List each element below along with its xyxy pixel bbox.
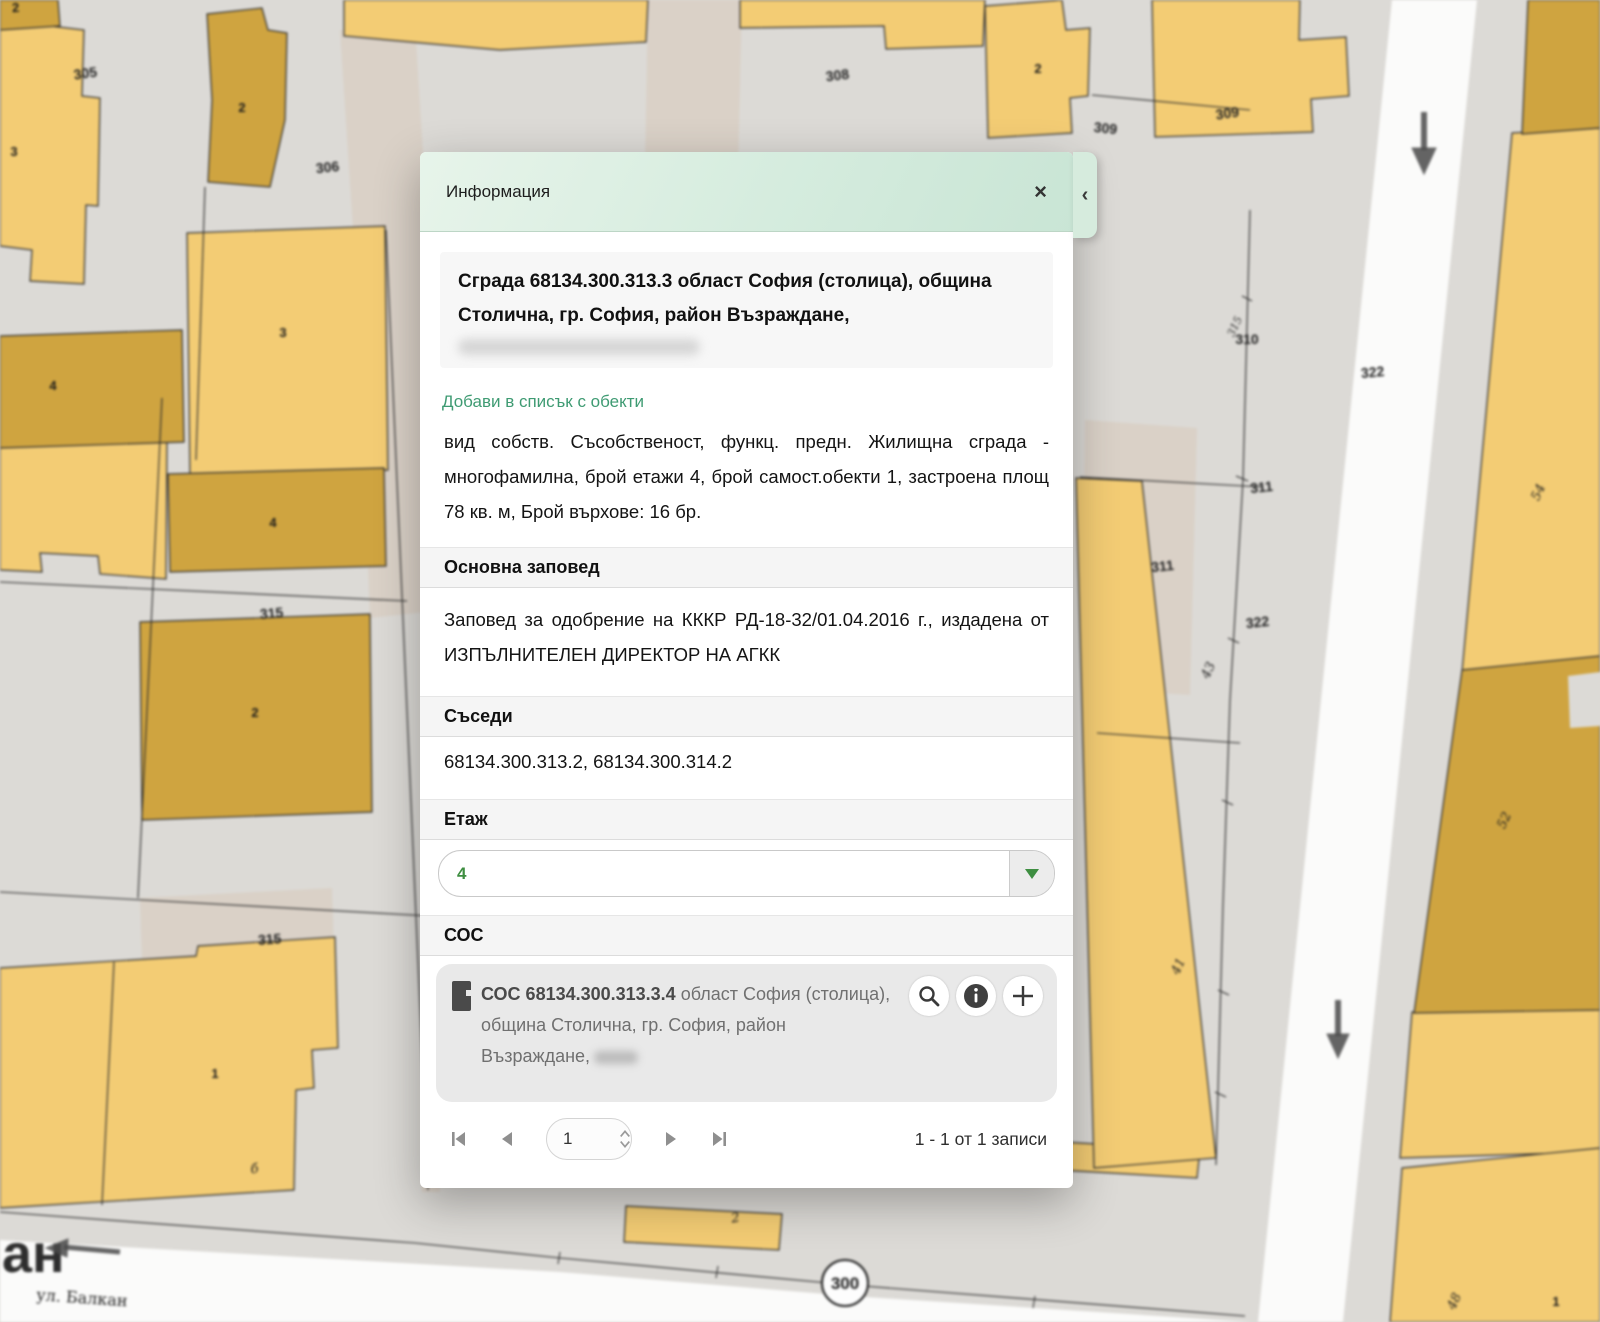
plus-icon [1011,984,1035,1008]
panel-header: Информация × [420,152,1073,232]
panel-collapse-tab[interactable]: ‹ [1073,152,1097,238]
first-page-icon [450,1130,468,1148]
block-number-label: 300 [831,1274,859,1293]
zoom-to-object-button[interactable] [909,976,949,1016]
map-parcel-notch [1568,672,1600,728]
order-text: Заповед за одобрение на КККР РД-18-32/01… [420,588,1073,678]
section-header-sos: СОС [420,915,1073,956]
records-summary: 1 - 1 от 1 записи [915,1129,1047,1150]
map-label: 1 [1552,1294,1559,1309]
map-label: 315 [257,930,282,948]
chevron-left-icon: ‹ [1082,184,1089,207]
prev-page-icon [499,1131,515,1147]
map-label: 306 [315,158,340,176]
map-label: 2 [251,705,258,720]
floor-select-value: 4 [439,864,1009,884]
map-label: 308 [825,66,850,85]
pagination: 1 - 1 от 1 записи [446,1118,1047,1160]
map-label: 310 [1235,331,1259,347]
section-header-order: Основна заповед [420,547,1073,588]
map-label: 2 [1034,61,1041,76]
street-zoom-label: ан [2,1224,65,1284]
neighbors-text: 68134.300.313.2, 68134.300.314.2 [420,737,1073,781]
sos-item-id: СОС 68134.300.313.3.4 [481,984,676,1004]
redacted-address-line [458,339,700,355]
map-label: 4 [49,378,57,393]
next-page-icon [663,1131,679,1147]
floor-select[interactable]: 4 [438,850,1055,897]
object-title-text: Сграда 68134.300.313.3 област София (сто… [458,271,992,326]
building-unit-icon [452,981,471,1011]
object-info-button[interactable] [956,976,996,1016]
app-window: ан ул. Балкан 300 3052323063308230930931… [0,0,1600,1322]
map-label: 311 [1150,557,1174,575]
close-icon[interactable]: × [1034,181,1047,203]
floor-select-cap[interactable] [1009,851,1054,896]
map-label: 3 [279,325,286,340]
map-label: 2 [12,0,20,15]
map-label: 1 [211,1066,218,1081]
page-number-input[interactable] [547,1128,605,1150]
sos-item-text: СОС 68134.300.313.3.4 област София (стол… [481,979,891,1072]
redacted-tail [594,1051,638,1064]
next-page-button[interactable] [658,1126,684,1152]
block-number-marker: 300 [822,1260,868,1306]
search-icon [918,985,940,1007]
map-label: 4 [269,515,277,530]
first-page-button[interactable] [446,1126,472,1152]
map-label: 322 [1360,363,1385,381]
object-title-card: Сграда 68134.300.313.3 област София (сто… [440,252,1053,368]
map-label: 311 [1249,478,1273,496]
map-label: 305 [73,63,99,82]
stepper-arrows-icon [619,1128,631,1150]
add-to-list-link[interactable]: Добави в списък с обекти [442,392,1051,412]
info-panel: Информация × Сграда 68134.300.313.3 обла… [420,152,1073,1188]
section-header-neighbors: Съседи [420,696,1073,737]
last-page-icon [710,1130,728,1148]
add-object-button[interactable] [1003,976,1043,1016]
section-header-floor: Етаж [420,799,1073,840]
map-label: 322 [1245,613,1270,631]
panel-title: Информация [446,182,550,202]
map-label: 3 [10,144,17,159]
map-label: 2 [238,100,245,115]
map-label: 309 [1093,119,1118,137]
prev-page-button[interactable] [494,1126,520,1152]
info-icon [963,983,989,1009]
map-label: 315 [259,604,284,622]
sos-list-item[interactable]: СОС 68134.300.313.3.4 област София (стол… [436,964,1057,1102]
object-description: вид собств. Съсобственост, функц. предн.… [444,424,1049,529]
chevron-down-icon [1025,869,1039,879]
last-page-button[interactable] [706,1126,732,1152]
map-label: 309 [1215,103,1241,122]
page-number-stepper[interactable] [546,1118,632,1160]
